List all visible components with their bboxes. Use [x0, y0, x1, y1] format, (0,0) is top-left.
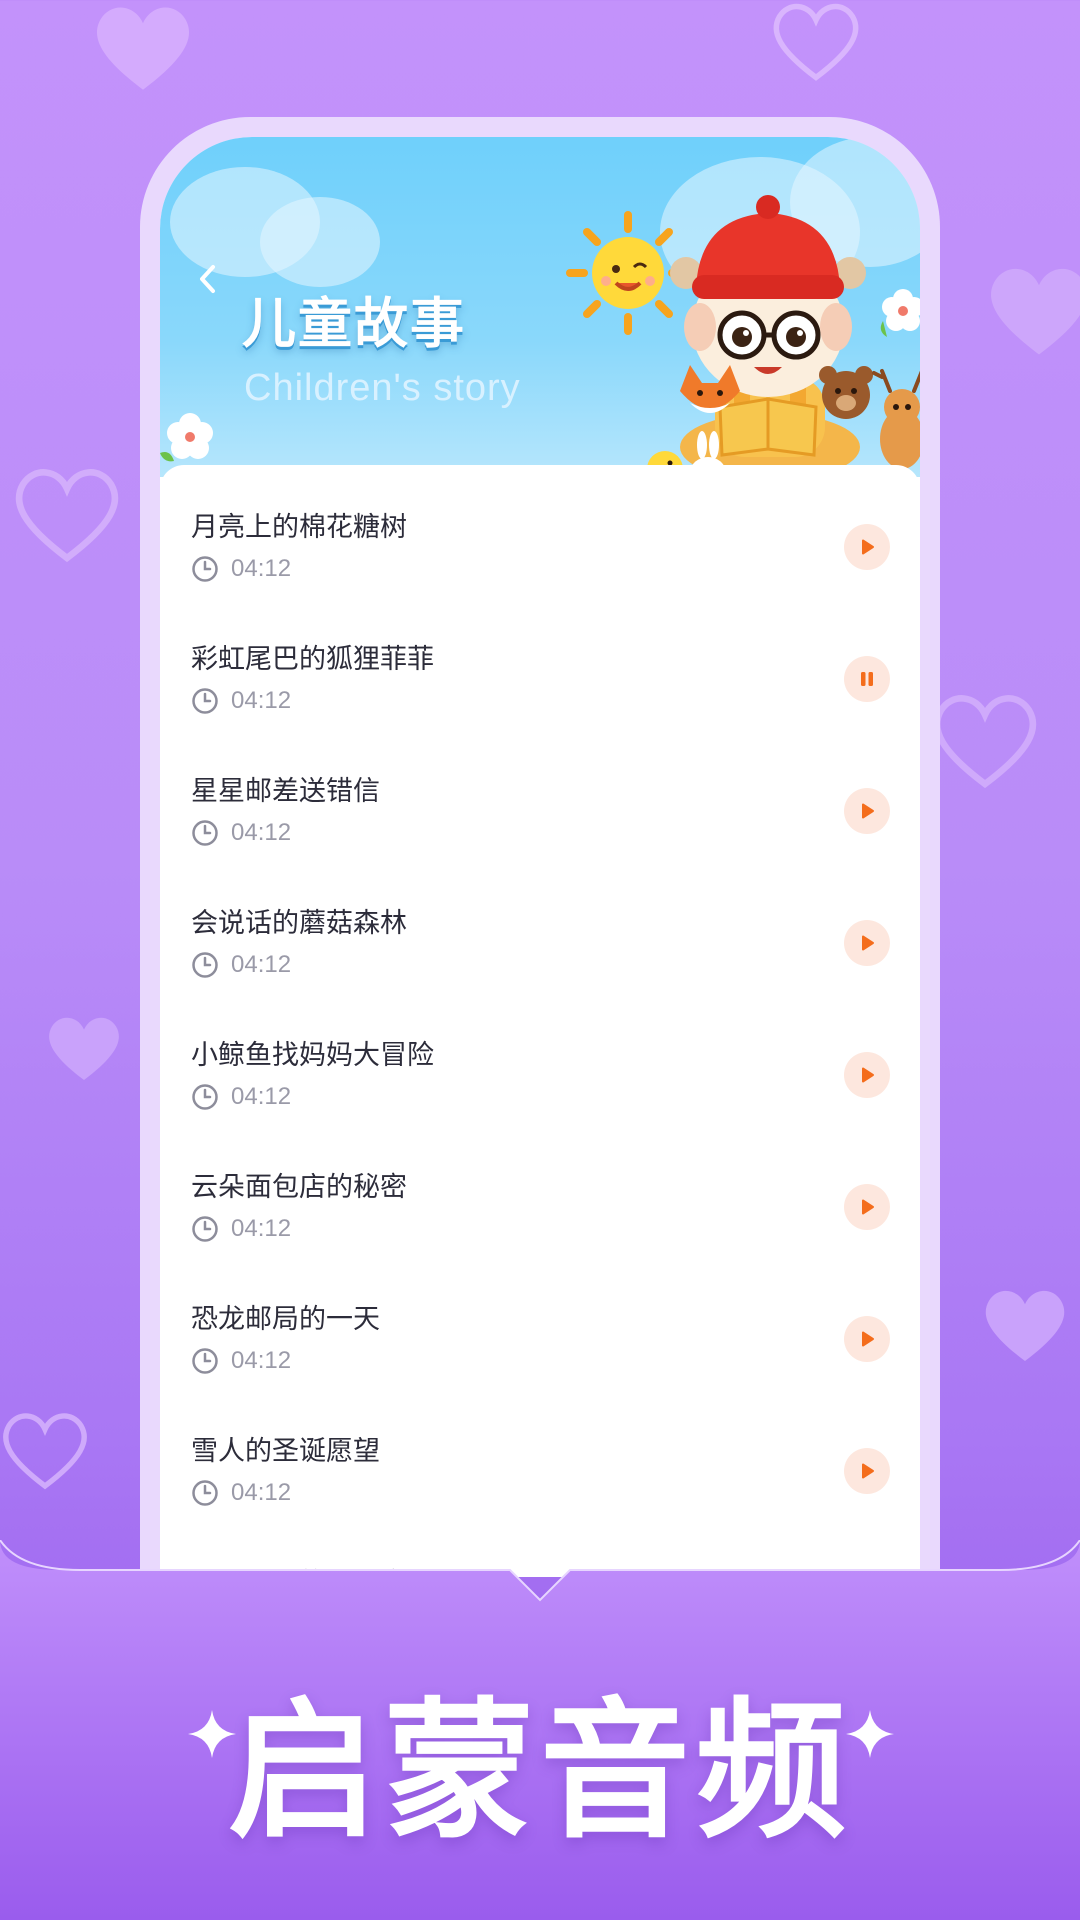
play-button[interactable] [844, 1184, 890, 1230]
clock-icon [192, 820, 218, 846]
header-banner: 儿童故事 Children's story [160, 137, 920, 477]
play-icon [862, 1067, 874, 1083]
play-icon [862, 539, 874, 555]
page-title: 儿童故事 [242, 292, 466, 355]
play-button[interactable] [844, 1052, 890, 1098]
play-icon [862, 1331, 874, 1347]
pause-icon [861, 672, 873, 686]
heart-decoration-icon [930, 690, 1040, 790]
play-icon [862, 1199, 874, 1215]
story-title: 会说话的蘑菇森林 [191, 908, 407, 939]
story-list-item[interactable]: 会说话的蘑菇森林 04:12 [160, 861, 920, 993]
story-title: 雪人的圣诞愿望 [191, 1436, 380, 1467]
story-title: 云朵面包店的秘密 [191, 1172, 407, 1203]
heart-decoration-icon [12, 464, 122, 564]
sparkle-icon [846, 1710, 894, 1758]
heart-decoration-icon [88, 0, 198, 95]
play-button[interactable] [844, 920, 890, 966]
play-icon [862, 803, 874, 819]
flower-decoration-icon [160, 413, 213, 462]
story-duration: 04:12 [231, 1479, 292, 1506]
story-list-item[interactable]: 彩虹尾巴的狐狸菲菲 04:12 [160, 597, 920, 729]
story-duration: 04:12 [231, 819, 292, 846]
story-duration-row: 04:12 [191, 1215, 291, 1243]
story-list-item[interactable]: 月亮上的棉花糖树 04:12 [160, 465, 920, 597]
story-list: 月亮上的棉花糖树 04:12 彩虹尾巴的狐狸菲菲 04:12 星星邮差送错信 04:12 会… [160, 465, 920, 1577]
clock-icon [192, 1084, 218, 1110]
story-duration: 04:12 [231, 687, 292, 714]
heart-decoration-icon [0, 1400, 90, 1500]
story-list-item[interactable]: 小鲸鱼找妈妈大冒险 04:12 [160, 993, 920, 1125]
story-duration: 04:12 [231, 951, 292, 978]
story-list-item[interactable]: 星星邮差送错信 04:12 [160, 729, 920, 861]
clock-icon [192, 1216, 218, 1242]
banner-title: 启蒙音频 [227, 1685, 852, 1859]
story-list-item[interactable]: 云朵面包店的秘密 04:12 [160, 1125, 920, 1257]
clock-icon [192, 688, 218, 714]
clock-icon [192, 1480, 218, 1506]
story-duration: 04:12 [231, 555, 292, 582]
story-duration-row: 04:12 [191, 1347, 291, 1375]
pause-button[interactable] [844, 656, 890, 702]
story-duration-row: 04:12 [191, 555, 291, 583]
story-title: 月亮上的棉花糖树 [191, 512, 407, 543]
story-duration-row: 04:12 [191, 687, 291, 715]
play-icon [862, 1463, 874, 1479]
heart-decoration-icon [764, 0, 868, 82]
chevron-left-icon [200, 265, 215, 293]
back-button[interactable] [186, 257, 230, 301]
heart-decoration-icon [984, 258, 1080, 363]
story-list-item[interactable]: 恐龙邮局的一天 04:12 [160, 1257, 920, 1389]
heart-decoration-icon [980, 1280, 1070, 1370]
story-duration-row: 04:12 [191, 951, 291, 979]
play-button[interactable] [844, 788, 890, 834]
clock-icon [192, 1348, 218, 1374]
clock-icon [192, 556, 218, 582]
story-duration-row: 04:12 [191, 1479, 291, 1507]
clock-icon [192, 952, 218, 978]
story-duration-row: 04:12 [191, 1083, 291, 1111]
app-screen: 儿童故事 Children's story 月亮上的棉花糖树 04:12 彩虹尾… [160, 137, 920, 1577]
play-icon [862, 935, 874, 951]
story-title: 彩虹尾巴的狐狸菲菲 [191, 644, 434, 675]
sparkle-icon [188, 1710, 236, 1758]
play-button[interactable] [844, 1448, 890, 1494]
play-button[interactable] [844, 524, 890, 570]
story-title: 恐龙邮局的一天 [191, 1304, 380, 1335]
play-button[interactable] [844, 1316, 890, 1362]
story-list-item[interactable]: 雪人的圣诞愿望 04:12 [160, 1389, 920, 1521]
story-title: 星星邮差送错信 [191, 776, 380, 807]
story-duration: 04:12 [231, 1083, 292, 1110]
page-subtitle: Children's story [244, 367, 521, 409]
heart-decoration-icon [44, 1008, 124, 1088]
story-duration-row: 04:12 [191, 819, 291, 847]
story-duration: 04:12 [231, 1215, 292, 1242]
story-title: 小鲸鱼找妈妈大冒险 [191, 1040, 434, 1071]
story-duration: 04:12 [231, 1347, 292, 1374]
kids-reading-illustration [566, 195, 920, 477]
